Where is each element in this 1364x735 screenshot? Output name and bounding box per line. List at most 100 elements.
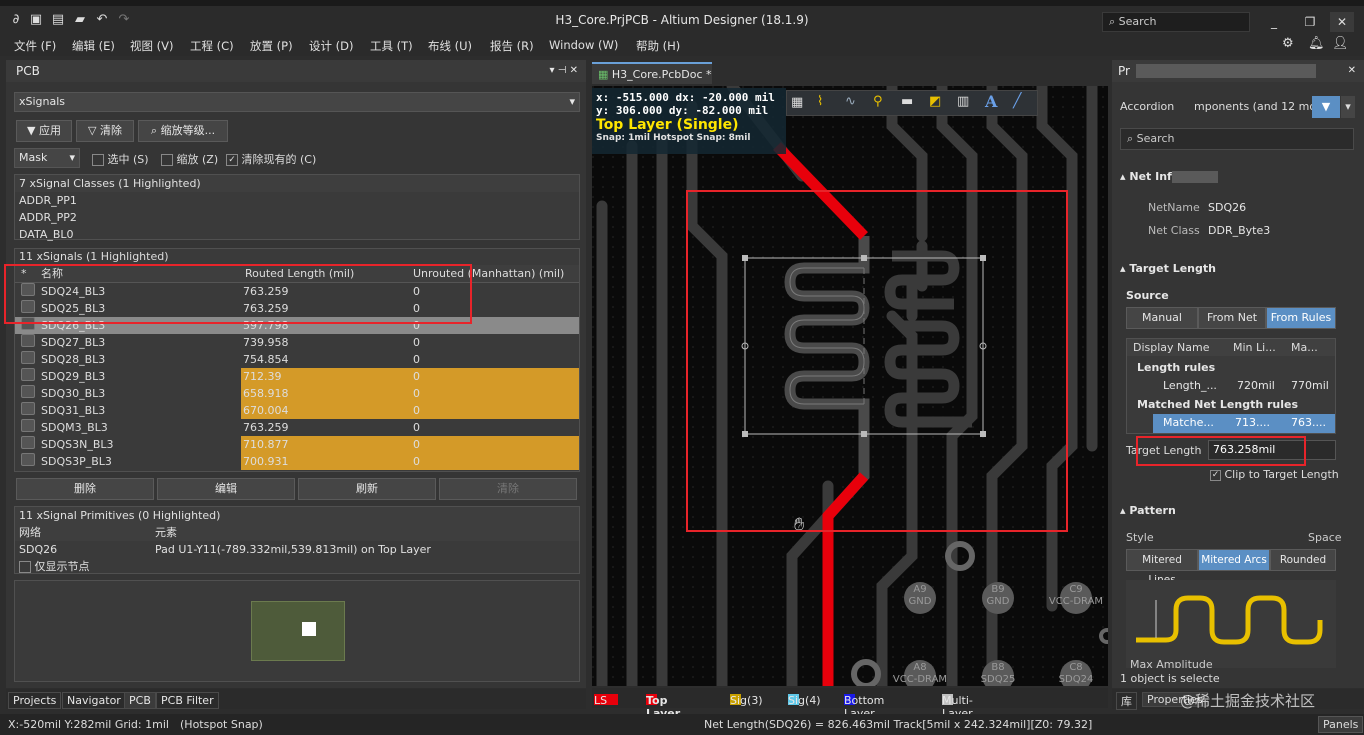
row-checkbox[interactable] xyxy=(21,385,35,398)
row-checkbox[interactable] xyxy=(21,436,35,449)
row-checkbox[interactable] xyxy=(21,419,35,432)
row-checkbox[interactable] xyxy=(21,402,35,415)
source-from-rules-button[interactable]: From Rules xyxy=(1266,307,1336,329)
tab-pcb[interactable]: PCB xyxy=(124,692,156,709)
menu-view[interactable]: 视图 (V) xyxy=(130,38,174,54)
edit-button[interactable]: 编辑 xyxy=(157,478,295,500)
col-element[interactable]: 元素 xyxy=(155,524,177,541)
menu-tools[interactable]: 工具 (T) xyxy=(370,38,413,54)
menu-design[interactable]: 设计 (D) xyxy=(309,38,353,54)
style-mitered-arcs-button[interactable]: Mitered Arcs xyxy=(1198,549,1270,571)
row-checkbox[interactable] xyxy=(21,334,35,347)
apply-button[interactable]: ▼ 应用 xyxy=(16,120,72,142)
row-checkbox[interactable] xyxy=(21,368,35,381)
tab-projects[interactable]: Projects xyxy=(8,692,62,709)
global-search-input[interactable]: ⌕ Search xyxy=(1102,12,1250,32)
document-tab[interactable]: ▦ H3_Core.PcbDoc * xyxy=(592,62,712,84)
style-rounded-button[interactable]: Rounded xyxy=(1270,549,1336,571)
table-row[interactable]: SDQ30_BL3 658.918 0 xyxy=(15,385,579,402)
user-icon[interactable]: 👤︎ xyxy=(1332,36,1349,51)
close-icon[interactable]: ✕ xyxy=(1348,60,1356,82)
pad-label: B9 GND xyxy=(968,584,1028,608)
netclass-value: DDR_Byte3 xyxy=(1208,224,1271,237)
tab-navigator[interactable]: Navigator xyxy=(62,692,126,709)
rules-table[interactable]: Display Name Min Li... Ma... Length rule… xyxy=(1126,338,1336,434)
place-fill-icon[interactable]: ▬ xyxy=(901,94,913,109)
menu-file[interactable]: 文件 (F) xyxy=(14,38,56,54)
zoom-checkbox[interactable]: 缩放 (Z) xyxy=(161,151,218,167)
source-from-net-button[interactable]: From Net xyxy=(1198,307,1266,329)
menu-project[interactable]: 工程 (C) xyxy=(190,38,234,54)
interactive-route-icon[interactable]: ⌇ xyxy=(817,94,823,109)
length-tuning-icon[interactable]: ∿ xyxy=(845,94,856,109)
settings-icon[interactable]: ⚙ xyxy=(1282,36,1294,51)
table-row[interactable]: SDQS3P_BL3 700.931 0 xyxy=(15,453,579,470)
place-pad-icon[interactable]: ⚲ xyxy=(873,94,883,109)
pcb-canvas[interactable]: A9 GND B9 GND C9 VCC-DRAM A8 VCC-DRAM B8 SDQ25 C8 S… xyxy=(592,86,1108,686)
place-line-icon[interactable]: ◩ xyxy=(929,94,941,109)
mask-dropdown[interactable]: Mask ▾ xyxy=(14,148,80,168)
table-row[interactable]: SDQ27_BL3 739.958 0 xyxy=(15,334,579,351)
menu-window[interactable]: Window (W) xyxy=(549,38,618,52)
delete-button[interactable]: 删除 xyxy=(16,478,154,500)
menu-place[interactable]: 放置 (P) xyxy=(250,38,293,54)
clip-to-target-checkbox[interactable]: ✓ Clip to Target Length xyxy=(1210,468,1339,481)
clear-existing-checkbox[interactable]: ✓ 清除现有的 (C) xyxy=(226,151,316,167)
table-row[interactable]: SDQS3N_BL3 710.877 0 xyxy=(15,436,579,453)
menu-help[interactable]: 帮助 (H) xyxy=(636,38,680,54)
pattern-section[interactable]: ▴ Pattern xyxy=(1120,504,1176,517)
list-item[interactable]: ADDR_PP2 xyxy=(15,209,579,226)
chevron-down-icon[interactable]: ▾ xyxy=(1341,96,1355,118)
properties-search-input[interactable]: ⌕ Search xyxy=(1120,128,1354,150)
col-net[interactable]: 网络 xyxy=(19,524,41,541)
pcb-panel-title: PCB xyxy=(16,64,40,78)
place-track-icon[interactable]: ╱ xyxy=(1013,93,1021,109)
source-manual-button[interactable]: Manual xyxy=(1126,307,1198,329)
minimize-button[interactable]: _ xyxy=(1262,12,1286,32)
watermark: @稀土掘金技术社区 xyxy=(1180,692,1316,710)
only-nodes-checkbox[interactable]: 仅显示节点 xyxy=(15,558,579,575)
refresh-button[interactable]: 刷新 xyxy=(298,478,436,500)
notifications-icon[interactable]: 🔔︎ xyxy=(1308,36,1325,51)
mode-dropdown[interactable]: xSignals ▾ xyxy=(14,92,580,112)
list-item[interactable]: DATA_BL0 xyxy=(15,226,579,243)
board-preview[interactable] xyxy=(14,580,580,682)
dimension-icon[interactable]: ▥ xyxy=(957,94,969,109)
clear-list-button[interactable]: 清除 xyxy=(439,478,577,500)
panels-button[interactable]: Panels xyxy=(1318,716,1364,733)
unrouted-length: 0 xyxy=(409,436,579,453)
tab-pcb-filter[interactable]: PCB Filter xyxy=(156,692,219,709)
pad-net: GND xyxy=(908,596,932,607)
list-item[interactable]: ADDR_PP1 xyxy=(15,192,579,209)
tab-library[interactable]: 库 xyxy=(1116,692,1137,710)
filter-icon[interactable]: ▼ xyxy=(1312,96,1340,118)
row-checkbox[interactable] xyxy=(21,351,35,364)
routed-length: 670.004 xyxy=(241,402,409,419)
style-mitered-lines-button[interactable]: Mitered Lines xyxy=(1126,549,1198,586)
primitives-list[interactable]: 11 xSignal Primitives (0 Highlighted) 网络… xyxy=(14,506,580,574)
routed-length: 710.877 xyxy=(241,436,409,453)
length-rule-name[interactable]: Length_... xyxy=(1163,379,1217,392)
table-row[interactable]: SDQM3_BL3 763.259 0 xyxy=(15,419,579,436)
menu-reports[interactable]: 报告 (R) xyxy=(490,38,534,54)
close-button[interactable]: ✕ xyxy=(1330,12,1354,32)
table-row[interactable]: SDQ28_BL3 754.854 0 xyxy=(15,351,579,368)
restore-button[interactable]: ❐ xyxy=(1298,12,1322,32)
list-item[interactable]: SDQ26 Pad U1-Y11(-789.332mil,539.813mil)… xyxy=(15,541,579,558)
pad-id: B9 xyxy=(991,584,1005,595)
net-info-section[interactable]: ▴ Net Inf xyxy=(1120,170,1218,183)
clear-button[interactable]: ▽ 清除 xyxy=(76,120,134,142)
xsignal-classes-list[interactable]: 7 xSignal Classes (1 Highlighted) ADDR_P… xyxy=(14,174,580,243)
table-row[interactable]: SDQ31_BL3 670.004 0 xyxy=(15,402,579,419)
select-icon[interactable]: ▦ xyxy=(791,95,803,110)
panel-controls-icon[interactable]: ▾ ⊣ ✕ xyxy=(550,60,578,82)
select-checkbox[interactable]: 选中 (S) xyxy=(92,151,149,167)
menu-edit[interactable]: 编辑 (E) xyxy=(72,38,115,54)
place-string-icon[interactable]: A xyxy=(985,92,997,111)
matched-rule-row[interactable]: Matche... 713.... 763.... xyxy=(1153,414,1335,433)
target-length-section[interactable]: ▴ Target Length xyxy=(1120,262,1216,275)
table-row[interactable]: SDQ29_BL3 712.39 0 xyxy=(15,368,579,385)
row-checkbox[interactable] xyxy=(21,453,35,466)
zoom-level-button[interactable]: ⌕ 缩放等级... xyxy=(138,120,228,142)
menu-route[interactable]: 布线 (U) xyxy=(428,38,472,54)
